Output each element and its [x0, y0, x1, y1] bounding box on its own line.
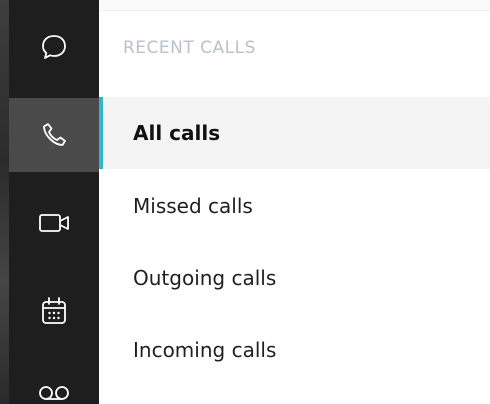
top-divider	[99, 0, 490, 11]
rail-item-video[interactable]	[9, 186, 99, 260]
filter-missed-calls[interactable]: Missed calls	[99, 170, 490, 242]
calendar-icon	[39, 295, 69, 327]
filter-label: Outgoing calls	[133, 266, 277, 290]
section-title: RECENT CALLS	[123, 38, 256, 58]
filter-outgoing-calls[interactable]: Outgoing calls	[99, 242, 490, 314]
filter-incoming-calls[interactable]: Incoming calls	[99, 314, 490, 386]
rail-item-chat[interactable]	[9, 10, 99, 84]
rail-item-calls[interactable]	[9, 98, 99, 172]
chat-bubble-icon	[39, 32, 69, 62]
voicemail-icon	[37, 382, 71, 404]
phone-icon	[39, 120, 69, 150]
recent-calls-panel: RECENT CALLS All calls Missed calls Outg…	[99, 0, 490, 404]
rail-edge	[0, 0, 9, 404]
filter-label: Incoming calls	[133, 338, 277, 362]
rail-item-voicemail[interactable]	[9, 362, 99, 404]
filter-all-calls[interactable]: All calls	[99, 97, 490, 169]
filter-label: All calls	[133, 121, 221, 145]
video-camera-icon	[37, 208, 71, 238]
app-window: RECENT CALLS All calls Missed calls Outg…	[0, 0, 490, 404]
filter-label: Missed calls	[133, 194, 253, 218]
nav-rail	[0, 0, 99, 404]
rail-item-meetings[interactable]	[9, 274, 99, 348]
